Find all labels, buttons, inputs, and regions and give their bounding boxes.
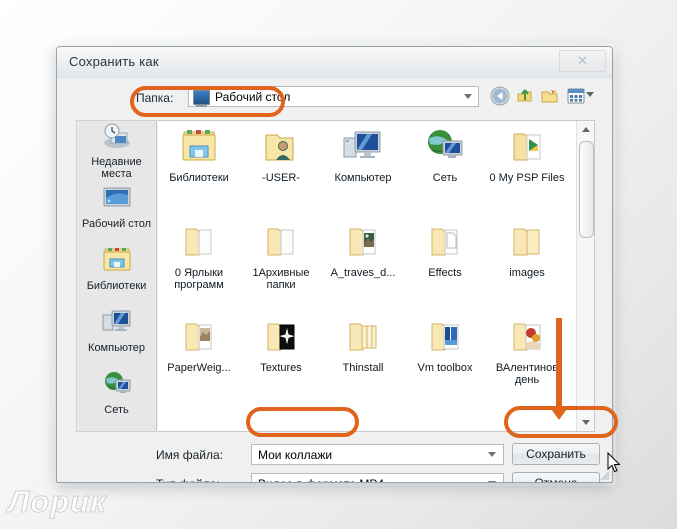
list-item[interactable]: PaperWeig... (158, 317, 240, 412)
sidebar-item-label: Библиотеки (86, 280, 147, 292)
libraries-folder-icon (177, 130, 221, 171)
folder-red-icon (505, 323, 549, 361)
list-item-label: Thinstall (342, 362, 384, 374)
recent-places-icon (101, 123, 133, 155)
libraries-icon (101, 248, 133, 279)
vertical-scrollbar[interactable] (576, 121, 594, 431)
user-folder-icon (259, 134, 303, 171)
chevron-down-icon[interactable] (488, 452, 496, 457)
list-item[interactable]: Компьютер (322, 127, 404, 222)
list-item-label: Effects (428, 267, 462, 279)
folder-doc-icon (423, 228, 467, 266)
places-sidebar: Недавние места Рабочий стол Библиотеки К… (76, 120, 157, 432)
sidebar-item-desktop[interactable]: Рабочий стол (77, 183, 156, 245)
list-item-label: Компьютер (334, 172, 392, 184)
list-item-label: 0 My PSP Files (489, 172, 565, 184)
network-icon (423, 130, 467, 171)
watermark: Лорик (8, 484, 107, 520)
scroll-up-icon[interactable] (577, 121, 594, 138)
list-item[interactable]: 0 My PSP Files (486, 127, 568, 222)
list-item-label: Textures (260, 362, 302, 374)
desktop-icon (193, 90, 210, 107)
mouse-cursor (607, 451, 623, 476)
list-item[interactable]: images (486, 222, 568, 317)
sidebar-item-label: Компьютер (88, 342, 145, 354)
new-folder-icon[interactable] (539, 85, 561, 107)
back-icon[interactable] (489, 85, 511, 107)
list-item-label: -USER- (262, 172, 300, 184)
folder-blue-icon (423, 323, 467, 361)
save-as-dialog: Сохранить как ✕ Папка: Рабочий стол Неда… (56, 46, 613, 483)
list-item[interactable]: Сеть (404, 127, 486, 222)
list-item[interactable]: -USER- (240, 127, 322, 222)
desktop-icon (101, 187, 133, 217)
folder-label: Папка: (136, 91, 174, 105)
list-item-label: Сеть (432, 172, 458, 184)
title-bar: Сохранить как ✕ (57, 47, 612, 78)
filetype-select[interactable]: Видео в формате MP4 (251, 473, 504, 482)
list-item[interactable]: Textures (240, 317, 322, 412)
sidebar-item-network[interactable]: Сеть (77, 369, 156, 431)
list-item[interactable]: A_traves_d... (322, 222, 404, 317)
dialog-title: Сохранить как (69, 54, 159, 69)
folder-icon (259, 228, 303, 266)
list-item-label: ВАлентинов день (495, 362, 559, 386)
list-item-label: images (509, 267, 545, 279)
list-item-label: Vm toolbox (417, 362, 473, 374)
list-item[interactable]: Библиотеки (158, 127, 240, 222)
views-chevron-down-icon[interactable] (586, 92, 594, 97)
list-item-label: Библиотеки (169, 172, 229, 184)
chevron-down-icon[interactable] (464, 94, 472, 99)
list-item[interactable]: Thinstall (322, 317, 404, 412)
file-list[interactable]: Библиотеки -USER- Компьютер Сеть 0 My PS… (158, 120, 595, 432)
sidebar-item-label: Недавние места (91, 156, 142, 180)
list-item[interactable]: 0 Ярлыки программ (158, 222, 240, 317)
scroll-down-icon[interactable] (577, 414, 594, 431)
folder-icon (505, 133, 549, 171)
filetype-label: Тип файла: (156, 477, 220, 482)
folder-combobox-value: Рабочий стол (215, 90, 291, 104)
filetype-row: Тип файла: Видео в формате MP4 Отмена (57, 472, 612, 482)
folder-photo-icon (341, 228, 385, 266)
list-item-label: 0 Ярлыки программ (174, 267, 224, 291)
up-folder-icon[interactable] (514, 85, 536, 107)
list-item[interactable]: Vm toolbox (404, 317, 486, 412)
network-icon (101, 372, 133, 403)
folder-files-icon (341, 323, 385, 361)
filename-value: Мои коллажи (258, 448, 333, 462)
dialog-body: Недавние места Рабочий стол Библиотеки К… (57, 117, 612, 437)
close-button[interactable]: ✕ (559, 50, 606, 72)
sidebar-item-label: Рабочий стол (81, 218, 152, 230)
folder-icon (177, 228, 221, 266)
folder-photo-icon (177, 323, 221, 361)
computer-icon (341, 131, 385, 171)
sidebar-item-label: Сеть (104, 404, 129, 416)
list-item-label: 1Архивные папки (252, 267, 310, 291)
computer-icon (101, 310, 133, 341)
list-item[interactable]: ВАлентинов день (486, 317, 568, 412)
list-item-label: A_traves_d... (330, 267, 396, 279)
folder-toolbar: Папка: Рабочий стол (57, 78, 612, 118)
sidebar-item-computer[interactable]: Компьютер (77, 307, 156, 369)
filetype-value: Видео в формате MP4 (258, 477, 384, 482)
save-button[interactable]: Сохранить (512, 443, 600, 465)
list-item[interactable]: 1Архивные папки (240, 222, 322, 317)
sidebar-item-libraries[interactable]: Библиотеки (77, 245, 156, 307)
folder-icon (505, 228, 549, 266)
cancel-button[interactable]: Отмена (512, 472, 600, 482)
list-item[interactable]: Effects (404, 222, 486, 317)
sidebar-item-recent-places[interactable]: Недавние места (77, 121, 156, 183)
list-item-label: PaperWeig... (167, 362, 231, 374)
views-icon[interactable] (565, 85, 587, 107)
filename-label: Имя файла: (156, 448, 223, 462)
filename-row: Имя файла: Мои коллажи Сохранить (57, 443, 612, 469)
folder-dark-icon (259, 323, 303, 361)
folder-combobox[interactable]: Рабочий стол (188, 86, 479, 107)
file-grid: Библиотеки -USER- Компьютер Сеть 0 My PS… (158, 121, 568, 412)
chevron-down-icon[interactable] (488, 481, 496, 482)
filename-input[interactable]: Мои коллажи (251, 444, 504, 465)
scrollbar-thumb[interactable] (579, 141, 594, 238)
